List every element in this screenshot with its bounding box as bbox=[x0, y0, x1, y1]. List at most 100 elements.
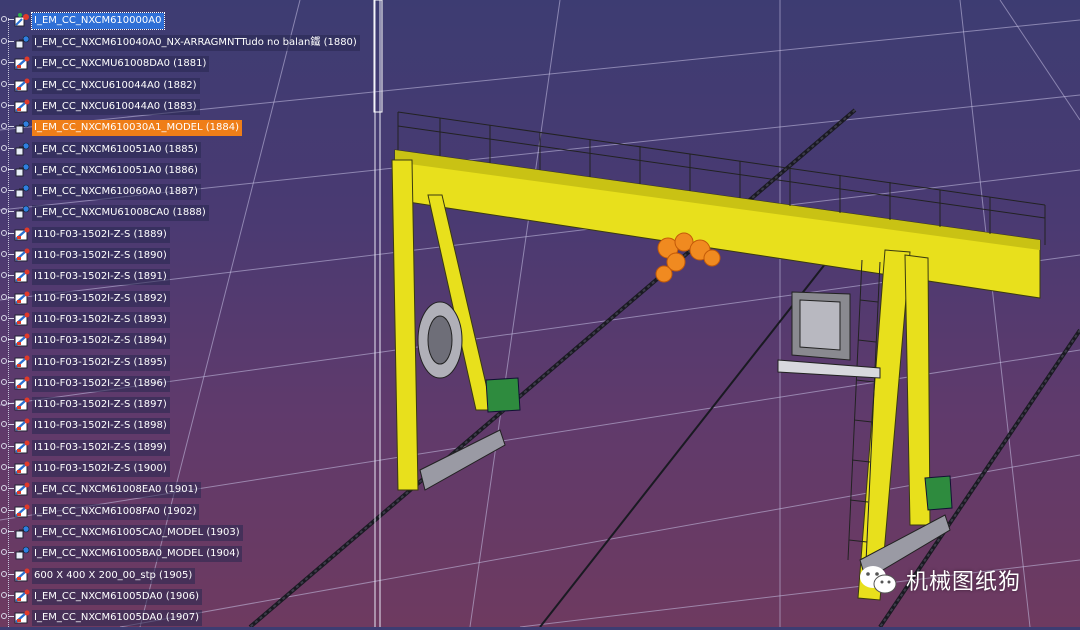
expand-toggle[interactable] bbox=[0, 245, 14, 266]
part-icon bbox=[14, 98, 31, 115]
tree-node[interactable]: I_EM_CC_NXCM61005BA0_MODEL (1904) bbox=[0, 543, 243, 564]
expand-toggle[interactable] bbox=[0, 224, 14, 245]
tree-node[interactable]: I_EM_CC_NXCM610060A0 (1887) bbox=[0, 181, 201, 202]
tree-node-label[interactable]: I_EM_CC_NXCM610060A0 (1887) bbox=[32, 183, 201, 200]
expand-toggle[interactable] bbox=[0, 10, 14, 31]
tree-node-label[interactable]: I110-F03-1502I-Z-S (1896) bbox=[32, 375, 170, 392]
tree-node[interactable]: I_EM_CC_NXCM610030A1_MODEL (1884) bbox=[0, 117, 242, 138]
expand-toggle[interactable] bbox=[0, 139, 14, 160]
expand-toggle[interactable] bbox=[0, 330, 14, 351]
expand-toggle[interactable] bbox=[0, 565, 14, 586]
tree-node[interactable]: 600 X 400 X 200_00_stp (1905) bbox=[0, 565, 196, 586]
sub-assembly-icon bbox=[14, 34, 31, 51]
tree-node[interactable]: I_EM_CC_NXCM61005CA0_MODEL (1903) bbox=[0, 522, 243, 543]
tree-node-label[interactable]: I110-F03-1502I-Z-S (1893) bbox=[32, 311, 170, 328]
expand-toggle[interactable] bbox=[0, 266, 14, 287]
part-icon bbox=[14, 567, 31, 584]
tree-node[interactable]: I110-F03-1502I-Z-S (1893) bbox=[0, 309, 170, 330]
tree-node[interactable]: I110-F03-1502I-Z-S (1900) bbox=[0, 458, 170, 479]
sub-assembly-icon bbox=[14, 183, 31, 200]
expand-toggle[interactable] bbox=[0, 501, 14, 522]
sub-assembly-icon bbox=[14, 545, 31, 562]
sub-assembly-icon bbox=[14, 119, 31, 136]
tree-node-label[interactable]: I110-F03-1502I-Z-S (1894) bbox=[32, 332, 170, 349]
sub-assembly-icon bbox=[14, 524, 31, 541]
gantry-crane-model[interactable] bbox=[391, 111, 1046, 601]
tree-node-label[interactable]: I_EM_CC_NXCM610030A1_MODEL (1884) bbox=[32, 119, 242, 136]
tree-node[interactable]: I110-F03-1502I-Z-S (1894) bbox=[0, 330, 170, 351]
expand-toggle[interactable] bbox=[0, 607, 14, 628]
expand-toggle[interactable] bbox=[0, 479, 14, 500]
tree-node-label[interactable]: I_EM_CC_NXCU610044A0 (1883) bbox=[32, 98, 200, 115]
tree-node[interactable]: I110-F03-1502I-Z-S (1890) bbox=[0, 245, 170, 266]
tree-node-label[interactable]: I_EM_CC_NXCM61005CA0_MODEL (1903) bbox=[32, 524, 243, 541]
expand-toggle[interactable] bbox=[0, 53, 14, 74]
tree-node-label[interactable]: I_EM_CC_NXCU610044A0 (1882) bbox=[32, 77, 200, 94]
tree-node[interactable]: I_EM_CC_NXCM61008FA0 (1902) bbox=[0, 501, 200, 522]
expand-toggle[interactable] bbox=[0, 437, 14, 458]
expand-toggle[interactable] bbox=[0, 543, 14, 564]
tree-node[interactable]: I_EM_CC_NXCMU61008CA0 (1888) bbox=[0, 202, 209, 223]
tree-node-label[interactable]: I110-F03-1502I-Z-S (1892) bbox=[32, 290, 170, 307]
expand-toggle[interactable] bbox=[0, 352, 14, 373]
tree-node[interactable]: I110-F03-1502I-Z-S (1897) bbox=[0, 394, 170, 415]
tree-node[interactable]: I_EM_CC_NXCM610040A0_NX-ARRAGMNTTudo no … bbox=[0, 32, 360, 53]
expand-toggle[interactable] bbox=[0, 394, 14, 415]
tree-node[interactable]: I110-F03-1502I-Z-S (1895) bbox=[0, 352, 170, 373]
expand-toggle[interactable] bbox=[0, 415, 14, 436]
part-icon bbox=[14, 247, 31, 264]
expand-toggle[interactable] bbox=[0, 117, 14, 138]
wechat-icon bbox=[860, 566, 897, 594]
tree-node-label[interactable]: I_EM_CC_NXCM610051A0 (1885) bbox=[32, 141, 201, 158]
tree-node-label[interactable]: I_EM_CC_NXCM61005DA0 (1906) bbox=[32, 588, 203, 605]
tree-node[interactable]: I110-F03-1502I-Z-S (1892) bbox=[0, 288, 170, 309]
tree-node[interactable]: I110-F03-1502I-Z-S (1896) bbox=[0, 373, 170, 394]
tree-node-label[interactable]: I110-F03-1502I-Z-S (1900) bbox=[32, 460, 170, 477]
tree-node-label[interactable]: I_EM_CC_NXCM61005BA0_MODEL (1904) bbox=[32, 545, 243, 562]
tree-node-label[interactable]: I_EM_CC_NXCMU61008DA0 (1881) bbox=[32, 55, 210, 72]
tree-node-label[interactable]: I110-F03-1502I-Z-S (1898) bbox=[32, 417, 170, 434]
tree-node[interactable]: I_EM_CC_NXCM610051A0 (1886) bbox=[0, 160, 201, 181]
expand-toggle[interactable] bbox=[0, 181, 14, 202]
tree-node-label[interactable]: I_EM_CC_NXCM61005DA0 (1907) bbox=[32, 609, 203, 626]
tree-node[interactable]: I110-F03-1502I-Z-S (1899) bbox=[0, 437, 170, 458]
part-icon bbox=[14, 609, 31, 626]
expand-toggle[interactable] bbox=[0, 522, 14, 543]
tree-node-label[interactable]: I110-F03-1502I-Z-S (1890) bbox=[32, 247, 170, 264]
expand-toggle[interactable] bbox=[0, 96, 14, 117]
part-icon bbox=[14, 439, 31, 456]
expand-toggle[interactable] bbox=[0, 160, 14, 181]
tree-node[interactable]: I_EM_CC_NXCU610044A0 (1883) bbox=[0, 96, 200, 117]
tree-node[interactable]: I_EM_CC_NXCM61008EA0 (1901) bbox=[0, 479, 201, 500]
tree-root-node[interactable]: I_EM_CC_NXCM610000A0 bbox=[0, 10, 166, 31]
tree-node[interactable]: I110-F03-1502I-Z-S (1889) bbox=[0, 224, 170, 245]
watermark: 机械图纸狗 bbox=[858, 560, 1070, 600]
tree-node[interactable]: I_EM_CC_NXCM61005DA0 (1907) bbox=[0, 607, 203, 628]
tree-node-label[interactable]: I110-F03-1502I-Z-S (1891) bbox=[32, 268, 170, 285]
tree-node-label[interactable]: I_EM_CC_NXCM610040A0_NX-ARRAGMNTTudo no … bbox=[32, 34, 360, 51]
expand-toggle[interactable] bbox=[0, 32, 14, 53]
tree-node-label[interactable]: I_EM_CC_NXCM610051A0 (1886) bbox=[32, 162, 201, 179]
tree-node[interactable]: I_EM_CC_NXCM61005DA0 (1906) bbox=[0, 586, 203, 607]
tree-node-label[interactable]: I_EM_CC_NXCMU61008CA0 (1888) bbox=[32, 204, 209, 221]
tree-node-label[interactable]: I110-F03-1502I-Z-S (1897) bbox=[32, 396, 170, 413]
expand-toggle[interactable] bbox=[0, 458, 14, 479]
tree-node[interactable]: I_EM_CC_NXCM610051A0 (1885) bbox=[0, 139, 201, 160]
tree-node[interactable]: I_EM_CC_NXCMU61008DA0 (1881) bbox=[0, 53, 210, 74]
tree-node-label[interactable]: I110-F03-1502I-Z-S (1895) bbox=[32, 354, 170, 371]
expand-toggle[interactable] bbox=[0, 309, 14, 330]
tree-node-label[interactable]: I_EM_CC_NXCM61008EA0 (1901) bbox=[32, 481, 201, 498]
tree-root-label[interactable]: I_EM_CC_NXCM610000A0 bbox=[30, 11, 166, 30]
tree-node-label[interactable]: 600 X 400 X 200_00_stp (1905) bbox=[32, 567, 196, 584]
tree-node-label[interactable]: I_EM_CC_NXCM61008FA0 (1902) bbox=[32, 503, 200, 520]
expand-toggle[interactable] bbox=[0, 373, 14, 394]
tree-node[interactable]: I_EM_CC_NXCU610044A0 (1882) bbox=[0, 75, 200, 96]
expand-toggle[interactable] bbox=[0, 75, 14, 96]
tree-node-label[interactable]: I110-F03-1502I-Z-S (1899) bbox=[32, 439, 170, 456]
expand-toggle[interactable] bbox=[0, 288, 14, 309]
tree-node[interactable]: I110-F03-1502I-Z-S (1898) bbox=[0, 415, 170, 436]
expand-toggle[interactable] bbox=[0, 586, 14, 607]
tree-node-label[interactable]: I110-F03-1502I-Z-S (1889) bbox=[32, 226, 170, 243]
expand-toggle[interactable] bbox=[0, 202, 14, 223]
tree-node[interactable]: I110-F03-1502I-Z-S (1891) bbox=[0, 266, 170, 287]
